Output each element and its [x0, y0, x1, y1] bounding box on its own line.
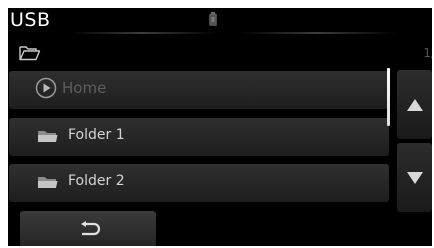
scroll-down-button[interactable] [397, 143, 432, 212]
list-item-label: Folder 1 [68, 127, 125, 143]
usb-browser-screen: USB 1/ Home [8, 8, 432, 246]
back-button[interactable] [20, 211, 156, 246]
list-item-folder-2[interactable]: Folder 2 [9, 164, 389, 202]
list-item-label: Home [62, 79, 107, 97]
folder-icon [37, 128, 59, 148]
list-item-folder-1[interactable]: Folder 1 [9, 118, 389, 156]
page-indicator: 1/ [423, 46, 432, 60]
path-bar: 1/ [8, 40, 432, 68]
header-divider [238, 32, 398, 34]
usb-device-icon [209, 11, 217, 26]
arrow-down-icon [407, 172, 423, 184]
arrow-up-icon [407, 99, 423, 111]
scrollbar-indicator[interactable] [387, 68, 390, 126]
folder-open-icon [19, 45, 41, 65]
header-divider [68, 32, 218, 34]
list-item-label: Folder 2 [68, 173, 125, 189]
list-item-home[interactable]: Home [9, 71, 389, 109]
back-arrow-icon [81, 221, 101, 236]
header: USB [8, 8, 432, 35]
folder-icon [37, 174, 59, 194]
scroll-up-button[interactable] [397, 70, 432, 139]
play-circle-icon [35, 77, 57, 103]
page-title: USB [10, 9, 51, 31]
